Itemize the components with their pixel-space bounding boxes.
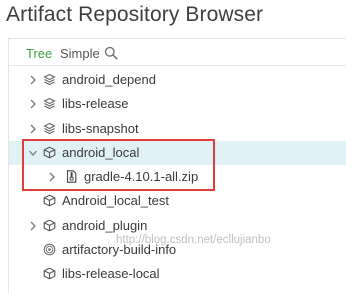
tree-item-label: libs-release — [62, 96, 129, 112]
tree-item-label: android_plugin — [62, 217, 148, 233]
tab-tree[interactable]: Tree — [26, 46, 52, 61]
tree-item-label: android_depend — [62, 72, 156, 87]
chevron-right-icon[interactable] — [28, 98, 38, 110]
chevron-right-icon[interactable] — [28, 123, 38, 135]
tree-item-android-depend[interactable]: android_depend — [9, 68, 346, 92]
package-icon — [43, 195, 56, 207]
tree-item-libs-release-local[interactable]: libs-release-local — [9, 262, 346, 286]
watermark: http://blog.csdn.net/ecllujianbo — [116, 234, 271, 246]
tree-item-label: libs-release-local — [62, 266, 160, 282]
view-tabs: Tree Simple — [9, 39, 346, 66]
tree-item-label: Android_local_test — [62, 193, 169, 209]
tree-item-label: libs-snapshot — [62, 120, 139, 136]
tree-item-libs-release[interactable]: libs-release — [9, 92, 346, 116]
annotation-highlight-box — [22, 139, 215, 191]
chevron-right-icon[interactable] — [28, 220, 38, 232]
tree-item-libs-snapshot[interactable]: libs-snapshot — [9, 117, 346, 141]
package-icon — [43, 267, 56, 280]
tree-item-android-local-test[interactable]: Android_local_test — [9, 189, 346, 213]
repo-icon — [43, 122, 56, 134]
build-info-icon — [43, 243, 56, 256]
repo-icon — [43, 73, 56, 86]
repo-icon — [43, 98, 56, 110]
page-title: Artifact Repository Browser — [6, 3, 264, 26]
search-icon[interactable] — [104, 46, 118, 60]
chevron-right-icon[interactable] — [28, 74, 38, 86]
tab-simple[interactable]: Simple — [60, 46, 100, 61]
package-icon — [43, 219, 56, 232]
